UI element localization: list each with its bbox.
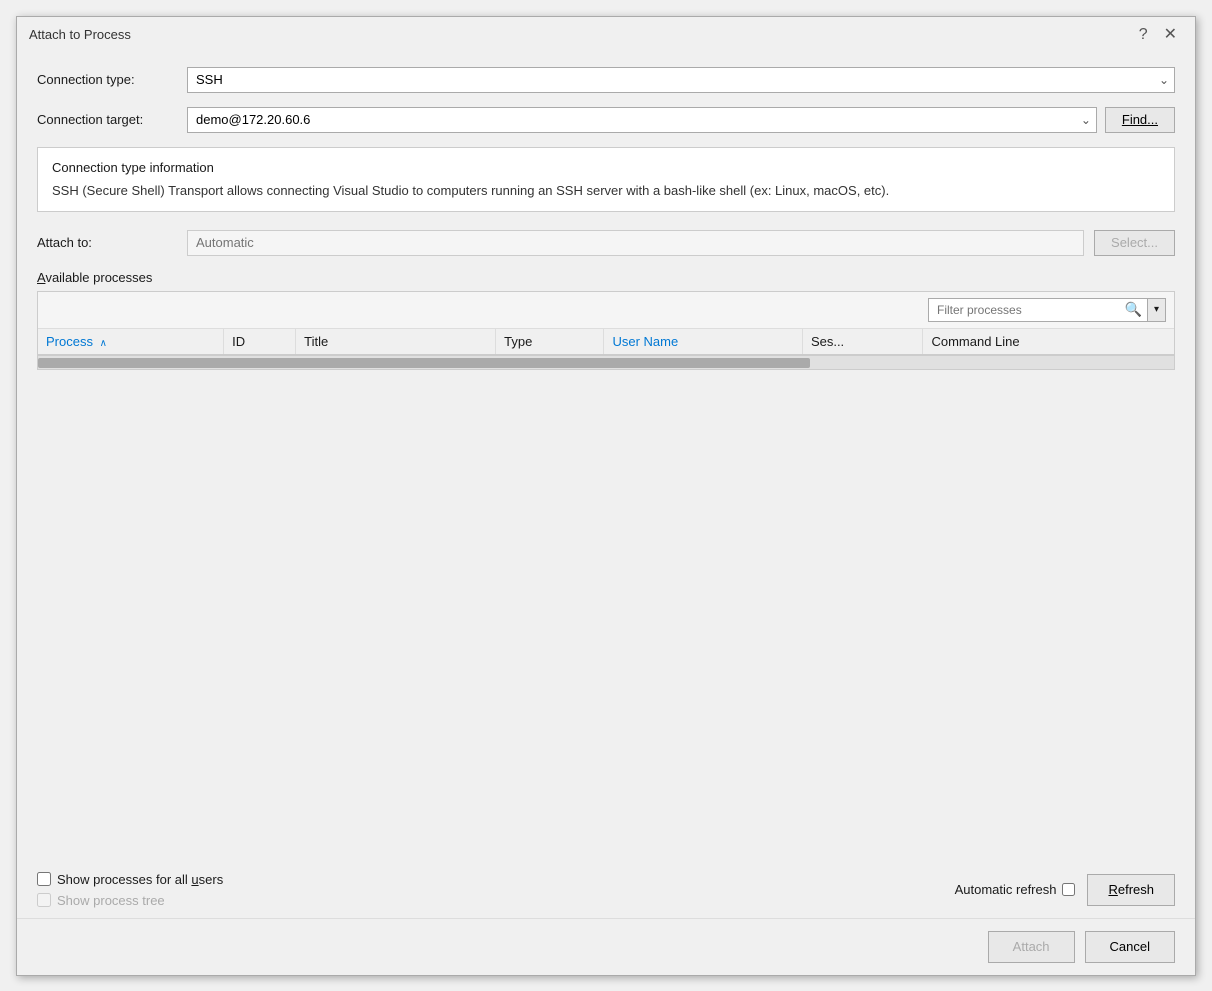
process-table-wrap[interactable]: Process ∧ ID Title Type [38, 329, 1174, 355]
bottom-right-options: Automatic refresh Refresh [955, 874, 1175, 906]
filter-input[interactable] [928, 298, 1148, 322]
show-all-users-row: Show processes for all users [37, 872, 223, 887]
col-header-title[interactable]: Title [296, 329, 496, 355]
attach-to-input[interactable] [187, 230, 1084, 256]
processes-table-container: 🔍 ▾ Process ∧ [37, 291, 1175, 370]
available-processes-section: Available processes 🔍 ▾ [37, 270, 1175, 370]
bottom-controls: Show processes for all users Show proces… [17, 862, 1195, 918]
sort-arrow-process: ∧ [100, 338, 107, 349]
show-process-tree-label: Show process tree [57, 893, 165, 908]
attach-to-label: Attach to: [37, 235, 177, 250]
filter-wrapper: 🔍 [928, 298, 1148, 322]
dialog-footer: Attach Cancel [17, 918, 1195, 975]
connection-target-select-wrapper: demo@172.20.60.6 ⌄ [187, 107, 1097, 133]
attach-to-row: Attach to: Select... [37, 230, 1175, 256]
help-button[interactable]: ? [1133, 25, 1154, 45]
connection-type-control: SSH ⌄ [187, 67, 1175, 93]
auto-refresh-row: Automatic refresh [955, 882, 1076, 897]
dialog-title: Attach to Process [29, 27, 131, 42]
col-header-id[interactable]: ID [224, 329, 296, 355]
connection-type-label: Connection type: [37, 72, 177, 87]
show-all-users-label[interactable]: Show processes for all users [57, 872, 223, 887]
title-bar-buttons: ? ✕ [1133, 25, 1183, 45]
auto-refresh-checkbox[interactable] [1062, 883, 1075, 896]
connection-info-box: Connection type information SSH (Secure … [37, 147, 1175, 212]
process-table: Process ∧ ID Title Type [38, 329, 1174, 355]
col-header-username[interactable]: User Name [604, 329, 802, 355]
info-box-title: Connection type information [52, 158, 1160, 178]
connection-target-control: demo@172.20.60.6 ⌄ Find... [187, 107, 1175, 133]
available-processes-label: Available processes [37, 270, 1175, 285]
close-button[interactable]: ✕ [1158, 25, 1183, 45]
connection-target-row: Connection target: demo@172.20.60.6 ⌄ Fi… [37, 107, 1175, 133]
show-all-users-checkbox[interactable] [37, 872, 51, 886]
connection-type-select[interactable]: SSH [187, 67, 1175, 93]
show-process-tree-row: Show process tree [37, 893, 223, 908]
dialog-body: Connection type: SSH ⌄ Connection target… [17, 51, 1195, 862]
cancel-button[interactable]: Cancel [1085, 931, 1175, 963]
bottom-left-options: Show processes for all users Show proces… [37, 872, 223, 908]
connection-target-label: Connection target: [37, 112, 177, 127]
col-header-session[interactable]: Ses... [802, 329, 923, 355]
scrollbar-thumb [38, 358, 810, 368]
select-button[interactable]: Select... [1094, 230, 1175, 256]
col-header-type[interactable]: Type [496, 329, 604, 355]
table-header: Process ∧ ID Title Type [38, 329, 1174, 355]
col-header-process[interactable]: Process ∧ [38, 329, 224, 355]
title-bar: Attach to Process ? ✕ [17, 17, 1195, 51]
col-header-cmdline[interactable]: Command Line [923, 329, 1174, 355]
connection-type-select-wrapper: SSH ⌄ [187, 67, 1175, 93]
connection-target-select[interactable]: demo@172.20.60.6 [187, 107, 1097, 133]
horizontal-scrollbar[interactable] [38, 355, 1174, 369]
info-box-text: SSH (Secure Shell) Transport allows conn… [52, 181, 1160, 201]
attach-to-process-dialog: Attach to Process ? ✕ Connection type: S… [16, 16, 1196, 976]
show-process-tree-checkbox[interactable] [37, 893, 51, 907]
find-button[interactable]: Find... [1105, 107, 1175, 133]
filter-bar: 🔍 ▾ [38, 292, 1174, 329]
connection-type-row: Connection type: SSH ⌄ [37, 67, 1175, 93]
filter-dropdown-button[interactable]: ▾ [1148, 298, 1166, 322]
attach-button[interactable]: Attach [988, 931, 1075, 963]
auto-refresh-label: Automatic refresh [955, 882, 1057, 897]
refresh-button[interactable]: Refresh [1087, 874, 1175, 906]
